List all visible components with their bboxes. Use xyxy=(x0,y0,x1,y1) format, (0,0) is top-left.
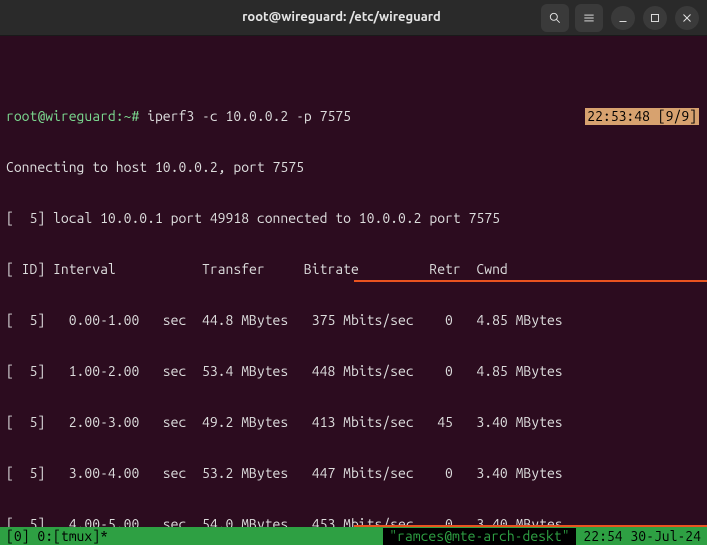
search-button[interactable] xyxy=(541,4,569,32)
minimize-button[interactable] xyxy=(611,6,635,30)
maximize-button[interactable] xyxy=(643,6,667,30)
scroll-indicator-top xyxy=(354,280,707,282)
menu-button[interactable] xyxy=(575,4,603,32)
maximize-icon xyxy=(648,11,662,25)
tmux-session: [0] 0:[tmux]* xyxy=(0,528,114,545)
table-row: [ 5] 3.00-4.00 sec 53.2 MBytes 447 Mbits… xyxy=(6,465,701,482)
terminal[interactable]: root@wireguard:~# iperf3 -c 10.0.0.2 -p … xyxy=(0,36,707,545)
window-title: root@wireguard: /etc/wireguard xyxy=(148,9,535,26)
tmux-time: 22:54 30-Jul-24 xyxy=(576,528,701,545)
tmux-host: "ramces@mte-arch-deskt" xyxy=(383,528,575,545)
table-header: [ ID] Interval Transfer Bitrate Retr Cwn… xyxy=(6,261,701,278)
prompt-top: root@wireguard:~# xyxy=(6,108,147,124)
output-line: [ 5] local 10.0.0.1 port 49918 connected… xyxy=(6,210,701,227)
hamburger-icon xyxy=(582,11,596,25)
table-row: [ 5] 2.00-3.00 sec 49.2 MBytes 413 Mbits… xyxy=(6,414,701,431)
minimize-icon xyxy=(616,11,630,25)
titlebar: root@wireguard: /etc/wireguard xyxy=(0,0,707,36)
table-row: [ 5] 0.00-1.00 sec 44.8 MBytes 375 Mbits… xyxy=(6,312,701,329)
command-top: iperf3 -c 10.0.0.2 -p 7575 xyxy=(147,108,351,124)
table-row: [ 5] 1.00-2.00 sec 53.4 MBytes 448 Mbits… xyxy=(6,363,701,380)
close-icon xyxy=(680,11,694,25)
prompt-line-top: root@wireguard:~# iperf3 -c 10.0.0.2 -p … xyxy=(6,108,701,125)
tmux-statusbar: [0] 0:[tmux]* "ramces@mte-arch-deskt" 22… xyxy=(0,527,707,545)
output-line: Connecting to host 10.0.0.2, port 7575 xyxy=(6,159,701,176)
close-button[interactable] xyxy=(675,6,699,30)
pane-clock-top: 22:53:48 [9/9] xyxy=(585,108,699,125)
search-icon xyxy=(548,11,562,25)
